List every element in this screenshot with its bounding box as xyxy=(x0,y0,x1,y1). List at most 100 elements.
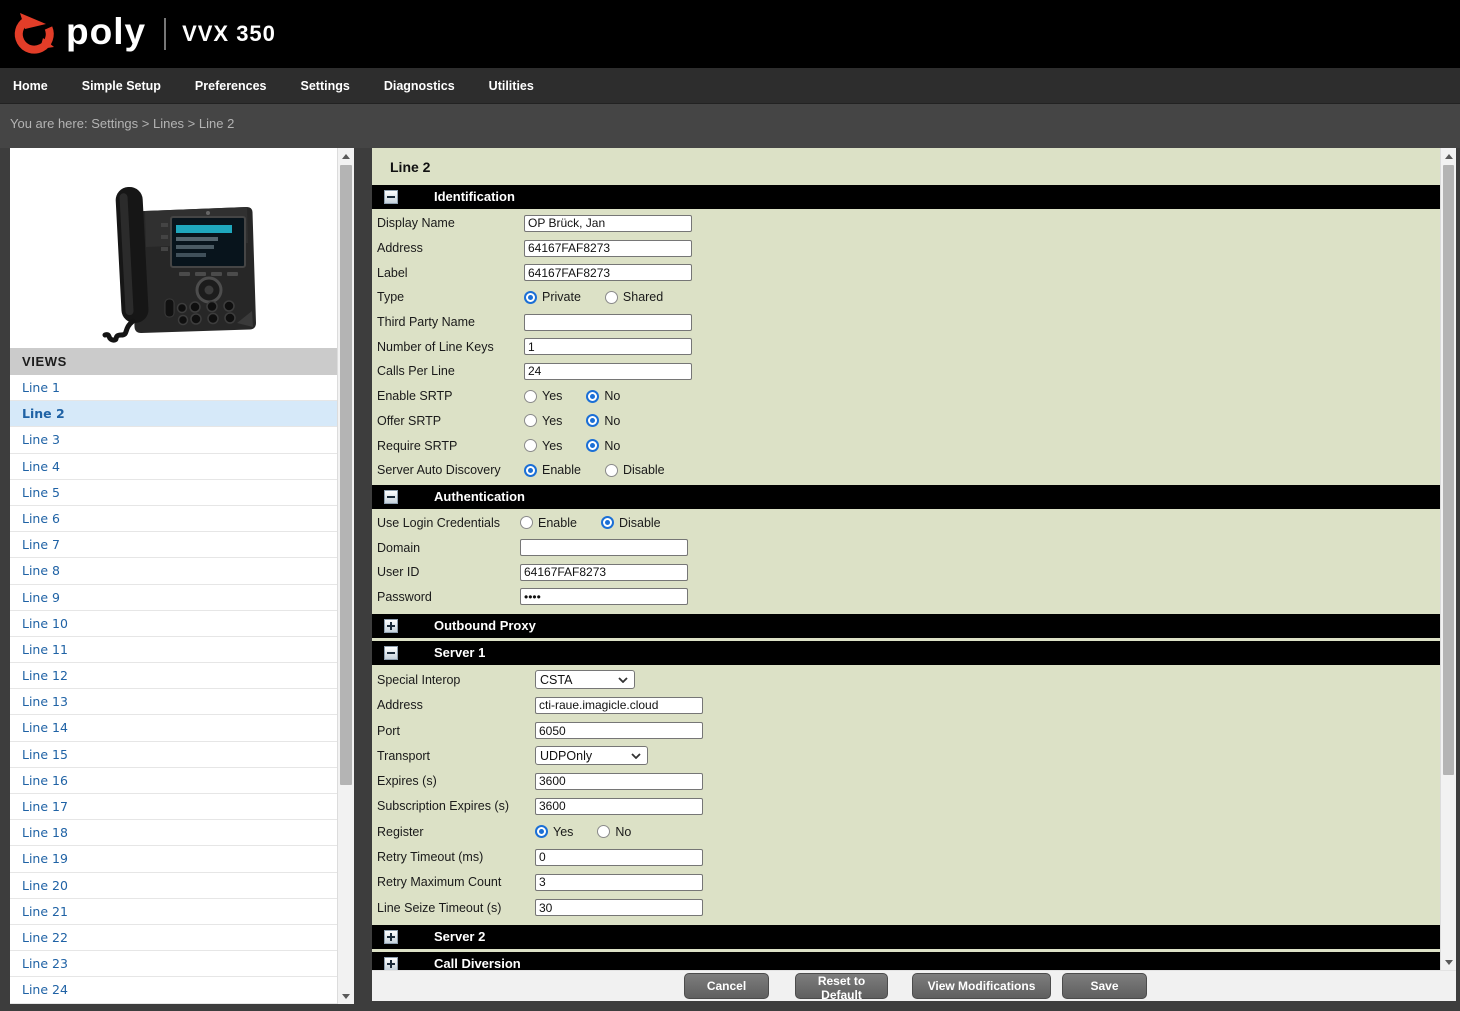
field-row: Use Login Credentials Enable Disable xyxy=(372,511,1440,536)
field-row: User ID xyxy=(372,560,1440,585)
expand-icon[interactable] xyxy=(384,619,398,633)
sidebar-item-line-24[interactable]: Line 24 xyxy=(10,977,337,1003)
offer-srtp-yes-radio[interactable]: Yes xyxy=(524,414,562,428)
line-seize-timeout-input[interactable] xyxy=(535,899,703,916)
sidebar-item-line-5[interactable]: Line 5 xyxy=(10,480,337,506)
label-input[interactable] xyxy=(524,264,692,281)
scroll-up-icon[interactable] xyxy=(1441,148,1456,164)
field-label: Port xyxy=(377,724,535,738)
sidebar-item-line-4[interactable]: Line 4 xyxy=(10,454,337,480)
view-modifications-button[interactable]: View Modifications xyxy=(912,973,1051,999)
section-header-server-2: Server 2 xyxy=(372,925,1440,949)
scroll-down-icon[interactable] xyxy=(1441,954,1456,970)
number-of-line-keys-input[interactable] xyxy=(524,338,692,355)
scrollbar-thumb[interactable] xyxy=(1443,165,1454,775)
register-no-radio[interactable]: No xyxy=(597,825,631,839)
sidebar-item-line-12[interactable]: Line 12 xyxy=(10,663,337,689)
section-header-outbound-proxy: Outbound Proxy xyxy=(372,614,1440,638)
address-input[interactable] xyxy=(524,240,692,257)
sidebar-item-line-9[interactable]: Line 9 xyxy=(10,585,337,611)
require-srtp-yes-radio[interactable]: Yes xyxy=(524,439,562,453)
nav-simple-setup[interactable]: Simple Setup xyxy=(65,68,178,104)
sidebar-item-line-23[interactable]: Line 23 xyxy=(10,951,337,977)
breadcrumb-bar: You are here: Settings > Lines > Line 2 xyxy=(0,104,1460,148)
enable-srtp-yes-radio[interactable]: Yes xyxy=(524,389,562,403)
expand-icon[interactable] xyxy=(384,930,398,944)
collapse-icon[interactable] xyxy=(384,490,398,504)
reset-to-default-button[interactable]: Reset to Default xyxy=(795,973,888,999)
sidebar-item-line-2[interactable]: Line 2 xyxy=(10,401,337,427)
domain-input[interactable] xyxy=(520,539,688,556)
third-party-name-input[interactable] xyxy=(524,314,692,331)
breadcrumb: You are here: Settings > Lines > Line 2 xyxy=(0,104,1460,131)
password-input[interactable] xyxy=(520,588,688,605)
collapse-icon[interactable] xyxy=(384,190,398,204)
field-row: Transport UDPOnly xyxy=(372,743,1440,768)
cancel-button[interactable]: Cancel xyxy=(684,973,769,999)
sidebar-item-line-14[interactable]: Line 14 xyxy=(10,715,337,741)
offer-srtp-no-radio[interactable]: No xyxy=(586,414,620,428)
save-button[interactable]: Save xyxy=(1062,973,1147,999)
sidebar-item-line-22[interactable]: Line 22 xyxy=(10,925,337,951)
display-name-input[interactable] xyxy=(524,215,692,232)
radio-icon xyxy=(586,390,599,403)
nav-home[interactable]: Home xyxy=(0,68,65,104)
sidebar-item-line-10[interactable]: Line 10 xyxy=(10,611,337,637)
scroll-up-icon[interactable] xyxy=(338,148,354,164)
enable-srtp-no-radio[interactable]: No xyxy=(586,389,620,403)
sidebar-scrollbar[interactable] xyxy=(337,148,354,1004)
retry-maximum-count-input[interactable] xyxy=(535,874,703,891)
field-row: Address xyxy=(372,693,1440,718)
port-input[interactable] xyxy=(535,722,703,739)
field-row: Display Name xyxy=(372,211,1440,236)
sidebar-item-line-20[interactable]: Line 20 xyxy=(10,873,337,899)
brand-divider xyxy=(164,18,166,50)
special-interop-select[interactable]: CSTA xyxy=(535,670,635,689)
field-label: Expires (s) xyxy=(377,774,535,788)
nav-diagnostics[interactable]: Diagnostics xyxy=(367,68,472,104)
use-login-credentials-enable-radio[interactable]: Enable xyxy=(520,516,577,530)
expires-input[interactable] xyxy=(535,773,703,790)
server-address-input[interactable] xyxy=(535,697,703,714)
sidebar-item-line-17[interactable]: Line 17 xyxy=(10,794,337,820)
field-label: Domain xyxy=(377,541,520,555)
main-scrollbar[interactable] xyxy=(1440,148,1456,970)
main-nav: Home Simple Setup Preferences Settings D… xyxy=(0,68,1460,104)
sidebar-item-line-19[interactable]: Line 19 xyxy=(10,846,337,872)
sidebar-item-line-6[interactable]: Line 6 xyxy=(10,506,337,532)
radio-icon xyxy=(597,825,610,838)
sidebar-item-line-3[interactable]: Line 3 xyxy=(10,427,337,453)
field-row: Retry Maximum Count xyxy=(372,870,1440,895)
subscription-expires-input[interactable] xyxy=(535,798,703,815)
user-id-input[interactable] xyxy=(520,564,688,581)
sidebar-item-line-1[interactable]: Line 1 xyxy=(10,375,337,401)
sidebar-item-line-13[interactable]: Line 13 xyxy=(10,689,337,715)
sidebar-item-line-8[interactable]: Line 8 xyxy=(10,558,337,584)
sidebar-item-line-11[interactable]: Line 11 xyxy=(10,637,337,663)
server-auto-discovery-enable-radio[interactable]: Enable xyxy=(524,463,581,477)
type-shared-radio[interactable]: Shared xyxy=(605,290,663,304)
sidebar-item-line-18[interactable]: Line 18 xyxy=(10,820,337,846)
field-row: Special Interop CSTA xyxy=(372,667,1440,692)
sidebar-item-line-15[interactable]: Line 15 xyxy=(10,742,337,768)
require-srtp-no-radio[interactable]: No xyxy=(586,439,620,453)
retry-timeout-input[interactable] xyxy=(535,849,703,866)
sidebar-item-line-7[interactable]: Line 7 xyxy=(10,532,337,558)
scroll-down-icon[interactable] xyxy=(338,988,354,1004)
transport-select[interactable]: UDPOnly xyxy=(535,746,648,765)
nav-settings[interactable]: Settings xyxy=(284,68,367,104)
use-login-credentials-disable-radio[interactable]: Disable xyxy=(601,516,661,530)
register-yes-radio[interactable]: Yes xyxy=(535,825,573,839)
nav-preferences[interactable]: Preferences xyxy=(178,68,284,104)
nav-utilities[interactable]: Utilities xyxy=(472,68,551,104)
calls-per-line-input[interactable] xyxy=(524,363,692,380)
field-label: Server Auto Discovery xyxy=(377,463,524,477)
type-private-radio[interactable]: Private xyxy=(524,290,581,304)
collapse-icon[interactable] xyxy=(384,646,398,660)
field-row: Password xyxy=(372,585,1440,610)
sidebar-item-line-21[interactable]: Line 21 xyxy=(10,899,337,925)
server-auto-discovery-disable-radio[interactable]: Disable xyxy=(605,463,665,477)
scrollbar-thumb[interactable] xyxy=(340,165,352,785)
sidebar-item-line-16[interactable]: Line 16 xyxy=(10,768,337,794)
field-row: Type Private Shared xyxy=(372,285,1440,310)
